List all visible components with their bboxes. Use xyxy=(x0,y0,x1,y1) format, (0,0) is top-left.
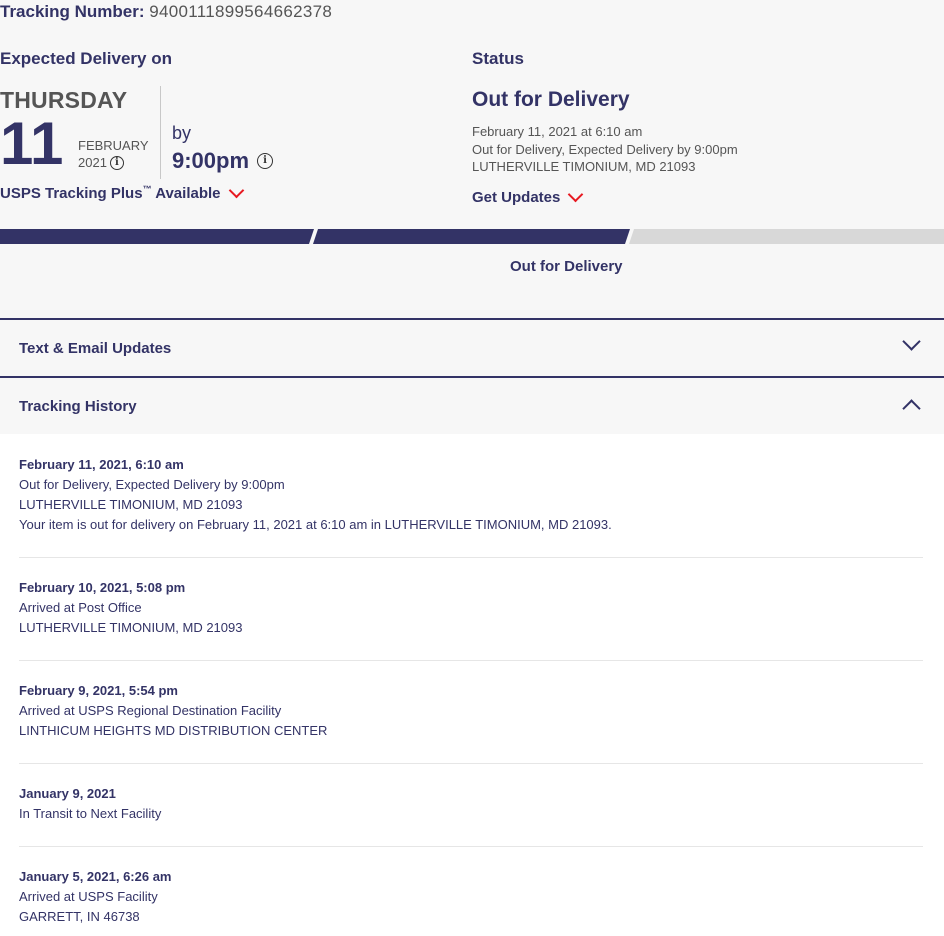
event-location: LUTHERVILLE TIMONIUM, MD 21093 xyxy=(19,620,243,635)
event-date: January 9, 2021 xyxy=(19,786,116,801)
delivery-time-row: 9:00pm i xyxy=(172,148,274,174)
get-updates-toggle[interactable]: Get Updates xyxy=(472,186,584,206)
event-note: Your item is out for delivery on Februar… xyxy=(19,517,612,532)
list-item: January 9, 2021 In Transit to Next Facil… xyxy=(19,784,923,847)
delivery-year: 2021 xyxy=(78,155,107,170)
event-date: January 5, 2021, 6:26 am xyxy=(19,869,172,884)
progress-segment-complete xyxy=(0,229,314,244)
status-date: February 11, 2021 at 6:10 am xyxy=(472,124,643,139)
event-date: February 11, 2021, 6:10 am xyxy=(19,457,184,472)
delivery-month: FEBRUARY xyxy=(78,138,149,153)
delivery-by: by xyxy=(172,123,192,143)
event-detail: Out for Delivery, Expected Delivery by 9… xyxy=(19,477,285,492)
tracking-plus-toggle[interactable]: USPS Tracking Plus™ Available xyxy=(0,182,244,202)
event-location: LINTHICUM HEIGHTS MD DISTRIBUTION CENTER xyxy=(19,723,328,738)
delivery-date-number: 11 xyxy=(0,110,64,177)
get-updates-label: Get Updates xyxy=(472,189,561,206)
tracking-number-line: Tracking Number: 9400111899564662378 xyxy=(0,2,332,22)
tracking-history-list: February 11, 2021, 6:10 am Out for Deliv… xyxy=(0,434,944,936)
event-date: February 9, 2021, 5:54 pm xyxy=(19,683,178,698)
accordion-label: Text & Email Updates xyxy=(19,340,172,357)
chevron-down-icon xyxy=(228,182,244,198)
expected-delivery-title: Expected Delivery on xyxy=(0,49,172,68)
info-icon[interactable]: i xyxy=(109,155,124,170)
delivery-year-row: 2021 i xyxy=(78,155,124,170)
event-detail: In Transit to Next Facility xyxy=(19,806,162,821)
delivery-summary: Tracking Number: 9400111899564662378 Exp… xyxy=(0,0,944,318)
list-item: February 9, 2021, 5:54 pm Arrived at USP… xyxy=(19,681,923,764)
event-detail: Arrived at Post Office xyxy=(19,600,142,615)
progress-bar xyxy=(0,229,944,244)
list-item: February 10, 2021, 5:08 pm Arrived at Po… xyxy=(19,578,923,661)
event-location: LUTHERVILLE TIMONIUM, MD 21093 xyxy=(19,497,243,512)
event-detail: Arrived at USPS Regional Destination Fac… xyxy=(19,703,282,718)
tracking-history-accordion[interactable]: Tracking History xyxy=(0,376,944,434)
text-email-updates-accordion[interactable]: Text & Email Updates xyxy=(0,318,944,376)
divider xyxy=(160,86,161,179)
progress-segment-complete xyxy=(313,229,630,244)
chevron-up-icon xyxy=(902,399,921,418)
status-title: Status xyxy=(472,49,524,68)
status-location: LUTHERVILLE TIMONIUM, MD 21093 xyxy=(472,159,696,174)
tracking-plus-label: USPS Tracking Plus™ Available xyxy=(0,184,221,202)
list-item: January 5, 2021, 6:26 am Arrived at USPS… xyxy=(19,867,923,936)
event-date: February 10, 2021, 5:08 pm xyxy=(19,580,186,595)
tracking-number-label: Tracking Number: xyxy=(0,2,145,21)
event-detail: Arrived at USPS Facility xyxy=(19,889,158,904)
list-item: February 11, 2021, 6:10 am Out for Deliv… xyxy=(19,455,923,558)
delivery-time: 9:00pm xyxy=(172,148,250,173)
progress-label: Out for Delivery xyxy=(510,258,623,275)
status-detail: Out for Delivery, Expected Delivery by 9… xyxy=(472,142,738,157)
info-icon[interactable]: i xyxy=(257,153,274,169)
status-main: Out for Delivery xyxy=(472,88,630,111)
chevron-down-icon xyxy=(568,186,584,203)
tracking-number-value: 9400111899564662378 xyxy=(149,2,333,21)
accordion-label: Tracking History xyxy=(19,398,137,415)
chevron-down-icon xyxy=(902,332,921,351)
event-location: GARRETT, IN 46738 xyxy=(19,909,140,924)
progress-segment-incomplete xyxy=(629,229,944,244)
